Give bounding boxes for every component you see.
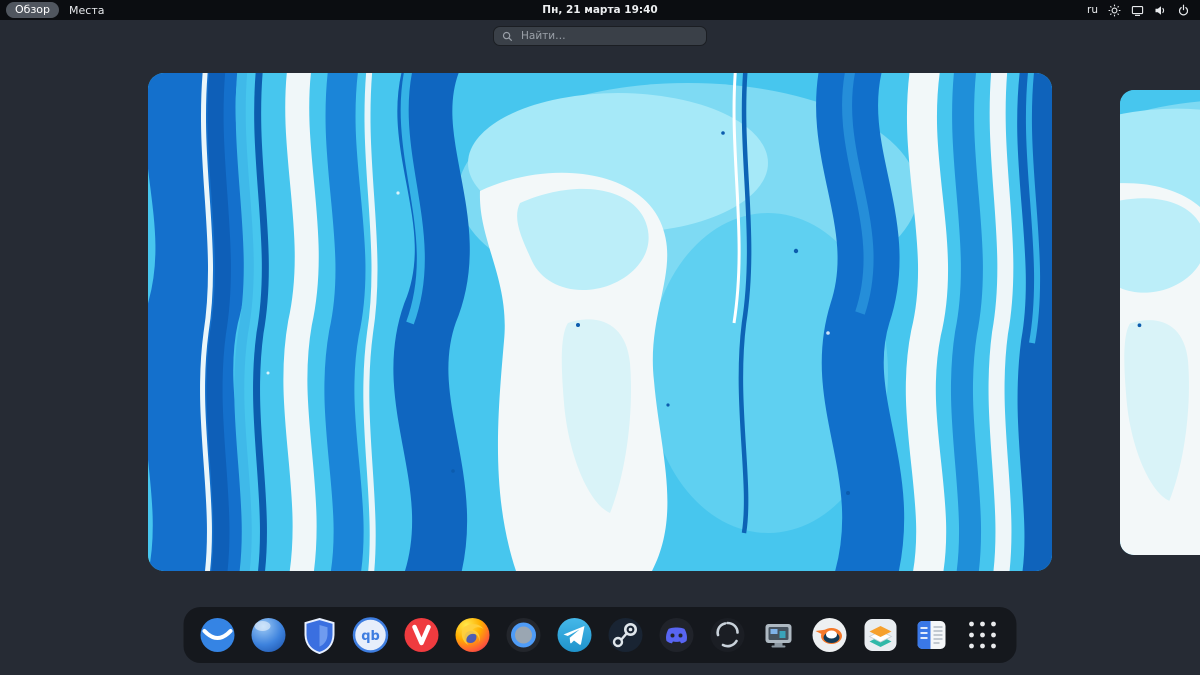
- search-icon: [502, 31, 513, 41]
- brightness-icon[interactable]: [1108, 4, 1121, 17]
- activities-button[interactable]: Обзор: [6, 2, 60, 18]
- web-browser-icon: [200, 618, 235, 652]
- dock-item-firefox[interactable]: [453, 615, 493, 655]
- dock-item-blender[interactable]: [810, 615, 850, 655]
- dock-item-bitwarden[interactable]: [300, 615, 340, 655]
- volume-icon[interactable]: [1154, 4, 1167, 17]
- layers-app-icon: [864, 619, 897, 651]
- dock-item-steam[interactable]: [606, 615, 646, 655]
- keyboard-layout-indicator[interactable]: ru: [1087, 4, 1098, 16]
- dock-item-blue-ring-app[interactable]: [504, 615, 544, 655]
- wallpaper-marbled-paint: [1120, 90, 1200, 555]
- dock-item-vivaldi[interactable]: [402, 615, 442, 655]
- dock-item-globe-browser[interactable]: [249, 615, 289, 655]
- wallpaper-marbled-paint: [148, 73, 1052, 571]
- dock-item-telegram[interactable]: [555, 615, 595, 655]
- workspace-thumbnail-current[interactable]: [148, 73, 1052, 571]
- bitwarden-shield-icon: [304, 617, 335, 655]
- dash-dock: qb: [183, 607, 1017, 663]
- blender-icon: [812, 618, 847, 652]
- globe-browser-icon: [251, 618, 286, 652]
- power-icon[interactable]: [1177, 4, 1190, 17]
- vivaldi-icon: [404, 618, 439, 652]
- system-status-area[interactable]: ru: [1087, 0, 1200, 20]
- steam-icon: [608, 618, 643, 652]
- qbittorrent-icon: qb: [352, 617, 389, 653]
- show-apps-button[interactable]: [963, 615, 1003, 655]
- dock-item-document-app[interactable]: [912, 615, 952, 655]
- top-bar: Обзор Места Пн, 21 марта 19:40 ru: [0, 0, 1200, 20]
- dock-item-web-browser[interactable]: [198, 615, 238, 655]
- dock-item-layers-app[interactable]: [861, 615, 901, 655]
- dock-item-discord[interactable]: [657, 615, 697, 655]
- document-app-icon: [917, 621, 946, 649]
- screencast-icon[interactable]: [1131, 4, 1144, 17]
- search-input[interactable]: [519, 29, 698, 43]
- dock-item-swirl-app[interactable]: [708, 615, 748, 655]
- discord-icon: [659, 618, 694, 652]
- dock-item-qbittorrent[interactable]: qb: [351, 615, 391, 655]
- swirl-app-icon: [710, 618, 745, 652]
- workspace-thumbnail-next[interactable]: [1120, 90, 1200, 555]
- show-apps-grid-icon: [969, 621, 996, 649]
- search-bar[interactable]: [493, 26, 707, 46]
- clock[interactable]: Пн, 21 марта 19:40: [542, 0, 657, 20]
- firefox-icon: [455, 618, 490, 652]
- qbittorrent-label: qb: [361, 629, 380, 644]
- telegram-icon: [557, 618, 592, 652]
- places-button[interactable]: Места: [69, 4, 104, 17]
- blue-ring-app-icon: [506, 618, 541, 652]
- virtual-machine-icon: [765, 624, 792, 648]
- dock-item-virtual-machine[interactable]: [759, 615, 799, 655]
